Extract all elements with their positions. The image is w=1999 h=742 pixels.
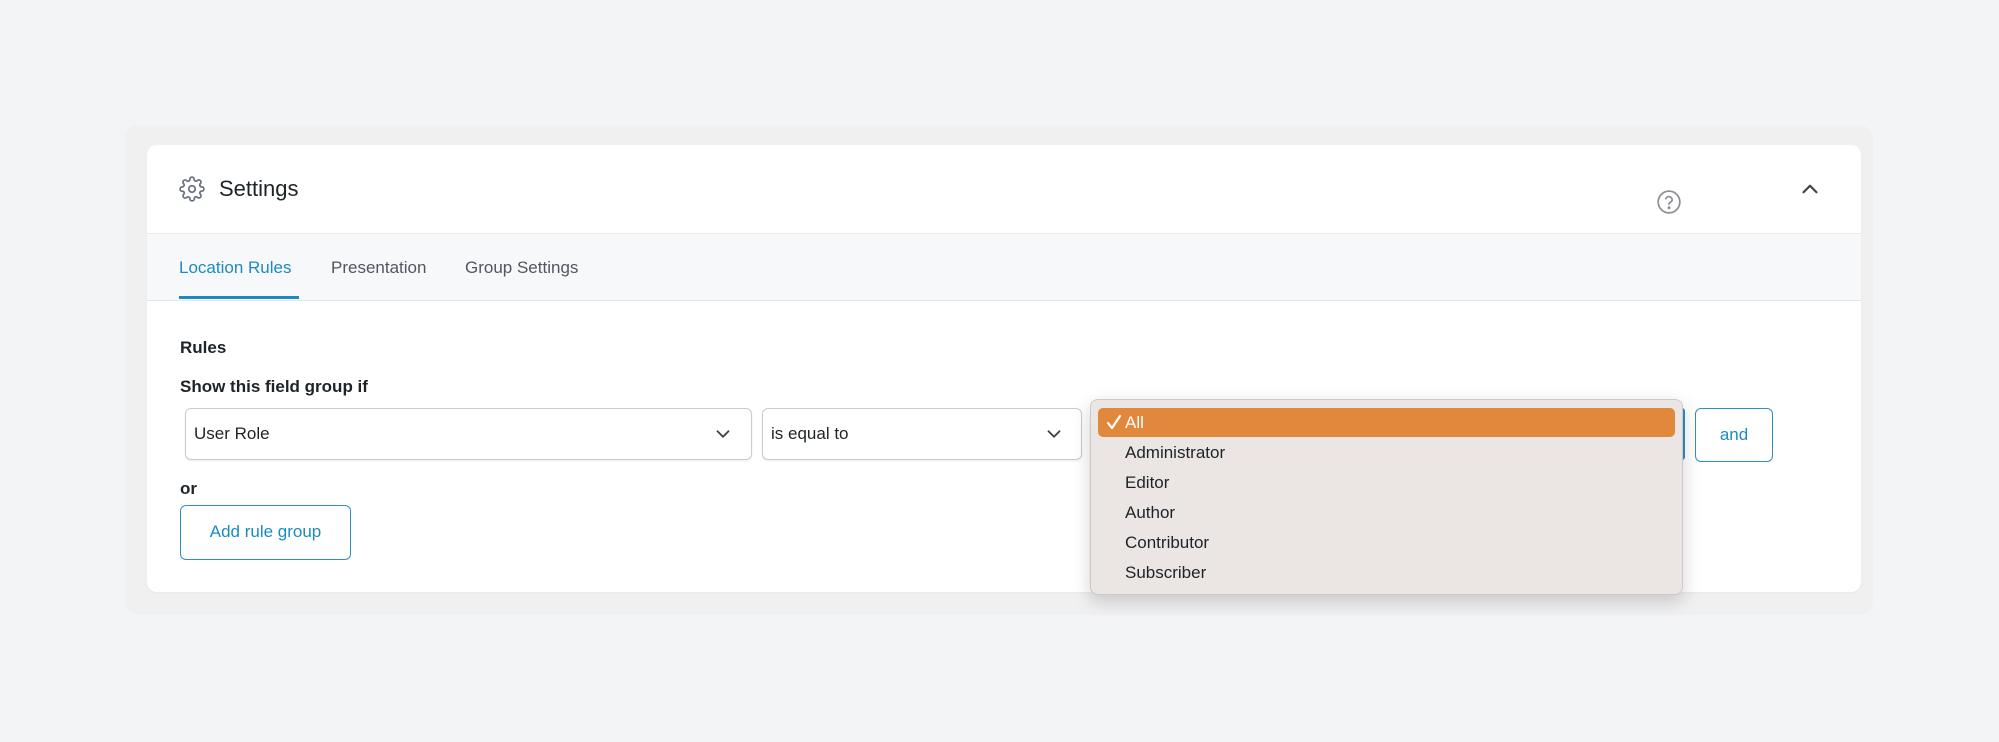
dropdown-option[interactable]: Author	[1125, 503, 1175, 523]
panel-title: Settings	[219, 176, 299, 201]
active-tab-indicator	[179, 296, 299, 299]
dropdown-option[interactable]: Contributor	[1125, 533, 1209, 553]
tab-bar: Location Rules Presentation Group Settin…	[147, 234, 1861, 301]
panel-header[interactable]: Settings	[147, 145, 1861, 234]
rules-heading: Rules	[180, 338, 227, 357]
param-select[interactable]: User Role	[185, 408, 752, 460]
chevron-down-icon	[1047, 430, 1061, 438]
dropdown-option[interactable]: Administrator	[1125, 443, 1225, 463]
dropdown-option-label: All	[1125, 413, 1144, 432]
dropdown-option-selected[interactable]: All	[1098, 408, 1675, 437]
checkmark-icon	[1106, 414, 1122, 430]
dropdown-option[interactable]: Editor	[1125, 473, 1169, 493]
tab-presentation[interactable]: Presentation	[331, 258, 426, 278]
gear-icon	[179, 176, 205, 202]
param-select-value: User Role	[194, 424, 270, 443]
or-label: or	[180, 479, 197, 498]
rules-subheading: Show this field group if	[180, 377, 368, 396]
chevron-down-icon	[716, 430, 730, 438]
chevron-up-icon[interactable]	[1797, 176, 1823, 202]
tab-group-settings[interactable]: Group Settings	[465, 258, 578, 278]
and-button[interactable]: and	[1695, 408, 1773, 462]
value-select-dropdown[interactable]: All Administrator Editor Author Contribu…	[1090, 399, 1683, 595]
dropdown-option[interactable]: Subscriber	[1125, 563, 1206, 583]
tab-location-rules[interactable]: Location Rules	[179, 258, 291, 278]
operator-select-value: is equal to	[771, 424, 849, 443]
question-circle-icon[interactable]	[1656, 189, 1682, 215]
operator-select[interactable]: is equal to	[762, 408, 1082, 460]
add-rule-group-button[interactable]: Add rule group	[180, 505, 351, 560]
